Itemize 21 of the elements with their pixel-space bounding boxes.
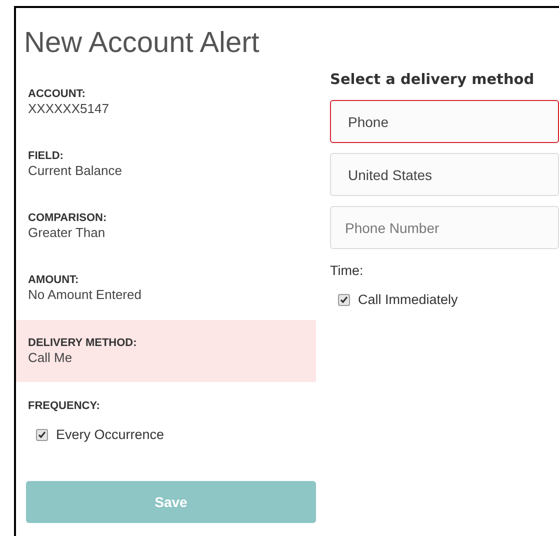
field-label: ACCOUNT: xyxy=(28,87,86,101)
field-label: COMPARISON: xyxy=(28,211,108,225)
field-label: DELIVERY METHOD: xyxy=(28,336,138,350)
input-field[interactable]: Phone Number xyxy=(330,206,559,249)
field-value: Greater Than xyxy=(28,225,106,241)
field-value: Call Me xyxy=(28,350,74,366)
field-value: XXXXXX5147 xyxy=(28,101,110,117)
field-label: FREQUENCY: xyxy=(28,399,101,413)
page-title: New Account Alert xyxy=(24,26,260,60)
field-label: FIELD: xyxy=(28,149,64,163)
checkbox[interactable] xyxy=(338,294,350,306)
select-field[interactable]: Phone xyxy=(330,100,559,143)
field-value: Current Balance xyxy=(28,163,123,179)
field-label: AMOUNT: xyxy=(28,273,80,287)
section-heading: Select a delivery method xyxy=(330,72,536,88)
checkbox[interactable] xyxy=(36,428,48,440)
field-value: No Amount Entered xyxy=(28,287,142,303)
checkbox-label: Every Occurrence xyxy=(56,427,164,442)
select-field[interactable]: United States xyxy=(330,153,559,196)
checkbox-label: Call Immediately xyxy=(358,292,458,307)
time-label: Time: xyxy=(330,263,364,278)
